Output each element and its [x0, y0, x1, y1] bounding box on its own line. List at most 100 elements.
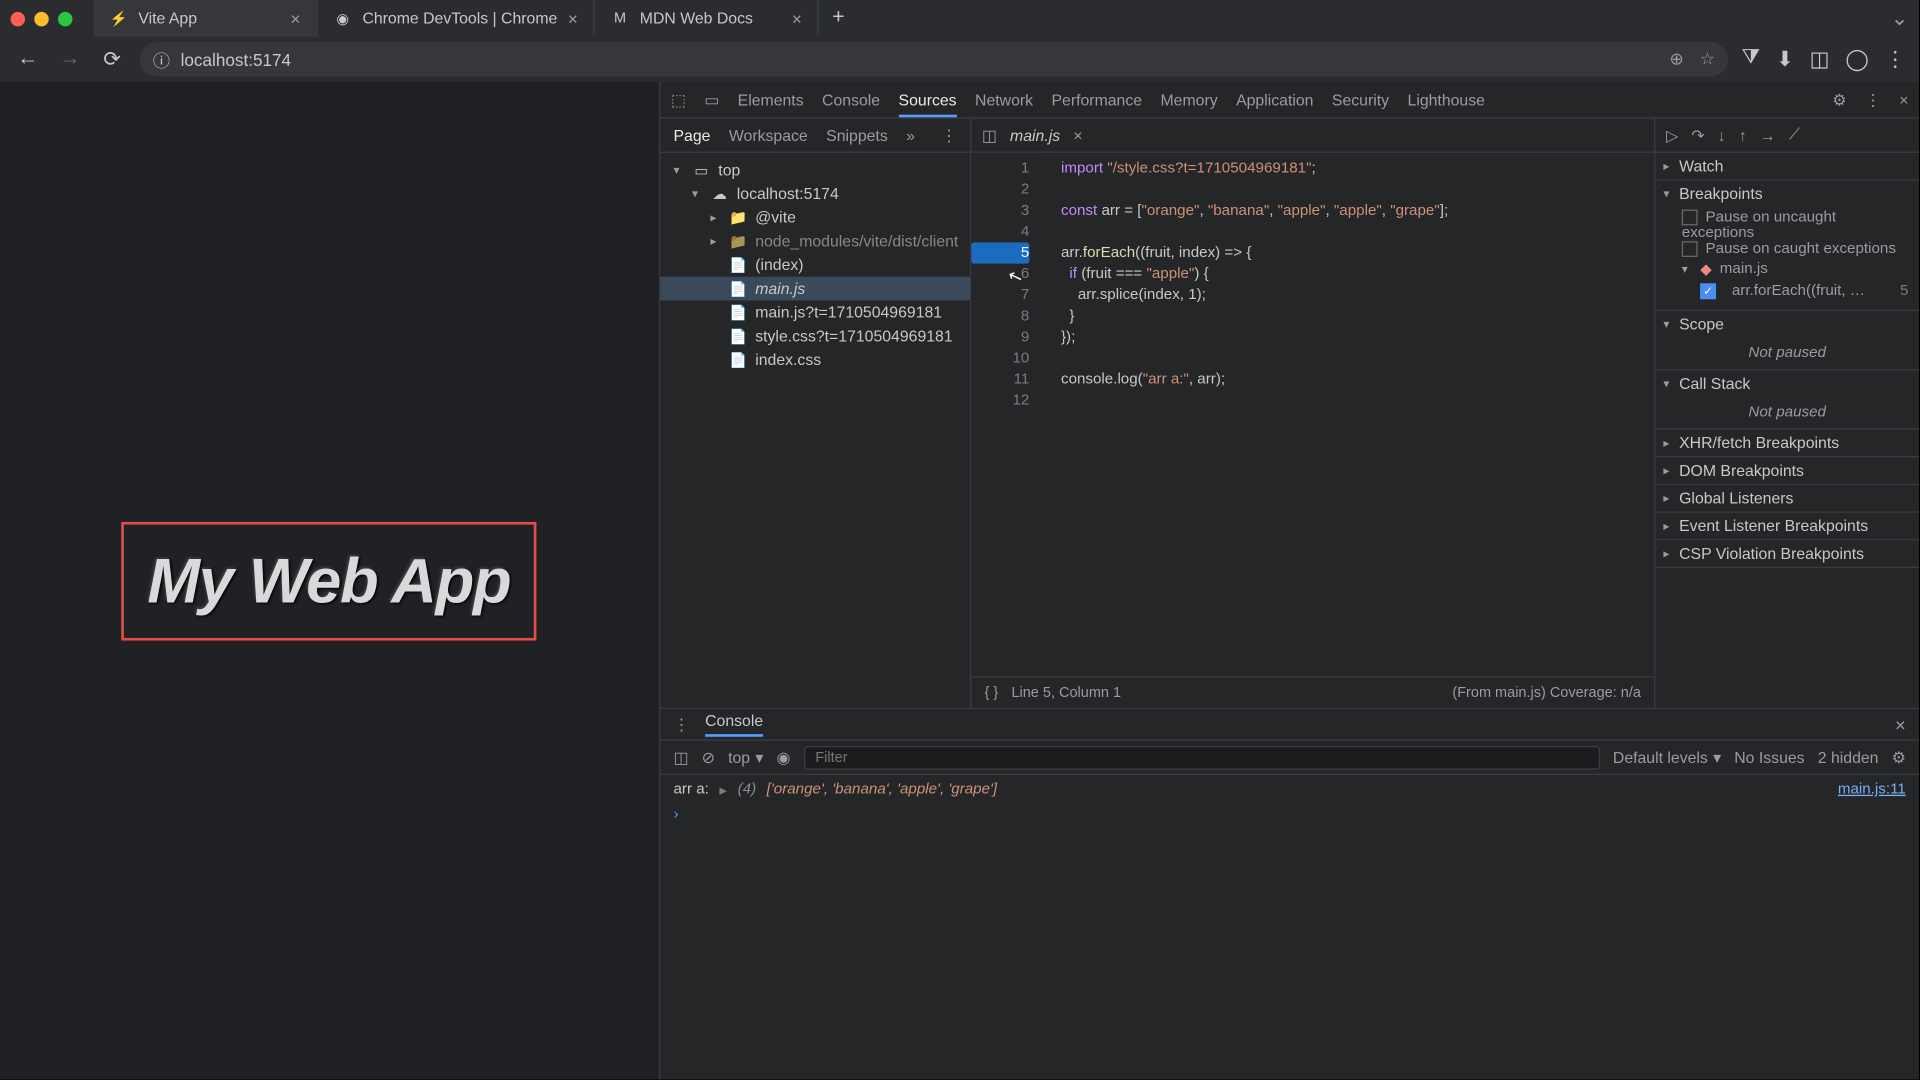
pause-caught-checkbox[interactable]: Pause on caught exceptions — [1682, 241, 1909, 257]
downloads-icon[interactable]: ⬇ — [1776, 46, 1794, 72]
tab-sources[interactable]: Sources — [899, 90, 957, 116]
tree-file[interactable]: 📄style.css?t=1710504969181 — [660, 324, 970, 348]
scope-pane[interactable]: ▾Scope — [1655, 311, 1919, 337]
close-drawer-icon[interactable]: × — [1895, 714, 1906, 735]
maximize-window-icon[interactable] — [58, 11, 72, 25]
subtab-workspace[interactable]: Workspace — [729, 126, 808, 144]
step-out-icon[interactable]: ↑ — [1739, 126, 1747, 144]
zoom-icon[interactable]: ⊕ — [1670, 49, 1684, 70]
console-log-row[interactable]: arr a: ▸ (4) ['orange', 'banana', 'apple… — [673, 780, 1905, 798]
step-over-icon[interactable]: ↷ — [1691, 126, 1704, 144]
tree-file[interactable]: 📄main.js?t=1710504969181 — [660, 301, 970, 325]
sidepanel-icon[interactable]: ◫ — [1810, 46, 1830, 72]
profile-icon[interactable]: ◯ — [1845, 46, 1869, 72]
extensions-icon[interactable]: ⧩ — [1741, 46, 1760, 72]
console-prompt[interactable]: › — [673, 807, 1905, 823]
event-listener-breakpoints-pane[interactable]: ▸Event Listener Breakpoints — [1655, 513, 1919, 539]
more-icon[interactable]: ⋮ — [673, 715, 689, 733]
more-icon[interactable]: ⋮ — [1865, 90, 1881, 108]
live-expression-icon[interactable]: ◉ — [776, 748, 790, 766]
tree-file[interactable]: 📄main.js — [660, 277, 970, 301]
toggle-navigator-icon[interactable]: ◫ — [982, 126, 997, 144]
log-levels-selector[interactable]: Default levels▾ — [1613, 748, 1721, 766]
more-icon[interactable]: ⋮ — [941, 126, 957, 144]
close-devtools-icon[interactable]: × — [1899, 90, 1908, 108]
site-info-icon[interactable]: ⓘ — [153, 47, 170, 72]
file-icon: 📄 — [729, 303, 747, 321]
tab-performance[interactable]: Performance — [1051, 90, 1142, 108]
xhr-breakpoints-pane[interactable]: ▸XHR/fetch Breakpoints — [1655, 430, 1919, 456]
step-into-icon[interactable]: ↓ — [1718, 126, 1726, 144]
clear-console-icon[interactable]: ⊘ — [702, 748, 715, 766]
tab-memory[interactable]: Memory — [1160, 90, 1217, 108]
file-icon: 📄 — [729, 279, 747, 297]
more-subtabs-icon[interactable]: » — [906, 126, 915, 144]
settings-icon[interactable]: ⚙ — [1832, 90, 1846, 108]
step-icon[interactable]: → — [1760, 126, 1776, 144]
tree-file[interactable]: 📄(index) — [660, 253, 970, 277]
tree-folder[interactable]: ▸📁node_modules/vite/dist/client — [660, 229, 970, 253]
close-tab-icon[interactable]: × — [568, 9, 578, 29]
close-file-icon[interactable]: × — [1073, 126, 1082, 144]
toggle-sidebar-icon[interactable]: ◫ — [673, 748, 688, 766]
open-file-tab[interactable]: main.js — [1010, 126, 1060, 144]
chevron-down-icon[interactable]: ⌄ — [1891, 5, 1909, 31]
browser-tab[interactable]: M MDN Web Docs × — [595, 0, 819, 37]
titlebar: ⚡ Vite App × ◉ Chrome DevTools | Chrome … — [0, 0, 1919, 37]
reload-button[interactable]: ⟳ — [98, 45, 127, 74]
tab-console[interactable]: Console — [822, 90, 880, 108]
forward-button[interactable]: → — [55, 45, 84, 74]
console-filter-input[interactable]: Filter — [803, 745, 1599, 769]
subtab-page[interactable]: Page — [673, 126, 710, 144]
subtab-snippets[interactable]: Snippets — [826, 126, 888, 144]
minimize-window-icon[interactable] — [34, 11, 48, 25]
console-tab[interactable]: Console — [705, 712, 763, 737]
bookmark-icon[interactable]: ☆ — [1700, 49, 1715, 70]
code-editor[interactable]: 1 2 3 4 5 6 7 8 9 10 11 12 — [971, 153, 1654, 676]
code-content[interactable]: import "/style.css?t=1710504969181"; con… — [1037, 153, 1448, 676]
address-bar[interactable]: ⓘ localhost:5174 ⊕ ☆ — [140, 42, 1729, 76]
tree-file[interactable]: 📄index.css — [660, 348, 970, 372]
close-tab-icon[interactable]: × — [290, 9, 300, 29]
browser-tab[interactable]: ⚡ Vite App × — [94, 0, 318, 37]
tree-top[interactable]: ▾▭top — [660, 158, 970, 182]
browser-tab[interactable]: ◉ Chrome DevTools | Chrome × — [318, 0, 595, 37]
log-source-link[interactable]: main.js:11 — [1838, 782, 1906, 798]
global-listeners-pane[interactable]: ▸Global Listeners — [1655, 485, 1919, 511]
close-tab-icon[interactable]: × — [792, 9, 802, 29]
web-page: My Web App — [0, 82, 659, 1080]
breakpoint-file[interactable]: ▾◆main.js — [1682, 257, 1909, 281]
breakpoints-pane[interactable]: ▾Breakpoints — [1655, 181, 1919, 207]
close-window-icon[interactable] — [11, 11, 25, 25]
menu-icon[interactable]: ⋮ — [1885, 46, 1906, 72]
file-icon: 📄 — [729, 351, 747, 369]
tab-network[interactable]: Network — [975, 90, 1033, 108]
breakpoint-entry[interactable]: arr.forEach((fruit, …5 — [1682, 281, 1909, 302]
breakpoint-marker: 5 — [971, 243, 1029, 264]
context-selector[interactable]: top▾ — [728, 748, 763, 766]
line-gutter[interactable]: 1 2 3 4 5 6 7 8 9 10 11 12 — [971, 153, 1037, 676]
deactivate-breakpoints-icon[interactable]: ⟋ — [1789, 125, 1800, 145]
tab-security[interactable]: Security — [1332, 90, 1389, 108]
issues-label[interactable]: No Issues — [1734, 748, 1804, 766]
tab-elements[interactable]: Elements — [738, 90, 804, 108]
resume-icon[interactable]: ▷ — [1666, 126, 1678, 144]
tab-application[interactable]: Application — [1236, 90, 1313, 108]
hidden-label[interactable]: 2 hidden — [1818, 748, 1879, 766]
callstack-pane[interactable]: ▾Call Stack — [1655, 370, 1919, 396]
csp-breakpoints-pane[interactable]: ▸CSP Violation Breakpoints — [1655, 540, 1919, 566]
pretty-print-icon[interactable]: { } — [985, 685, 999, 701]
dom-breakpoints-pane[interactable]: ▸DOM Breakpoints — [1655, 457, 1919, 483]
back-button[interactable]: ← — [13, 45, 42, 74]
tree-host[interactable]: ▾☁localhost:5174 — [660, 182, 970, 206]
editor-status-bar: { } Line 5, Column 1 (From main.js) Cove… — [971, 676, 1654, 708]
tab-lighthouse[interactable]: Lighthouse — [1408, 90, 1485, 108]
device-toolbar-icon[interactable]: ▭ — [704, 90, 719, 108]
watch-pane[interactable]: ▸Watch — [1655, 153, 1919, 179]
pause-uncaught-checkbox[interactable]: Pause on uncaught exceptions — [1682, 210, 1909, 242]
coverage-info: (From main.js) Coverage: n/a — [1452, 685, 1641, 701]
tree-folder[interactable]: ▸📁@vite — [660, 206, 970, 230]
new-tab-button[interactable]: + — [819, 7, 858, 31]
inspect-icon[interactable]: ⬚ — [671, 90, 686, 108]
console-settings-icon[interactable]: ⚙ — [1892, 748, 1906, 766]
